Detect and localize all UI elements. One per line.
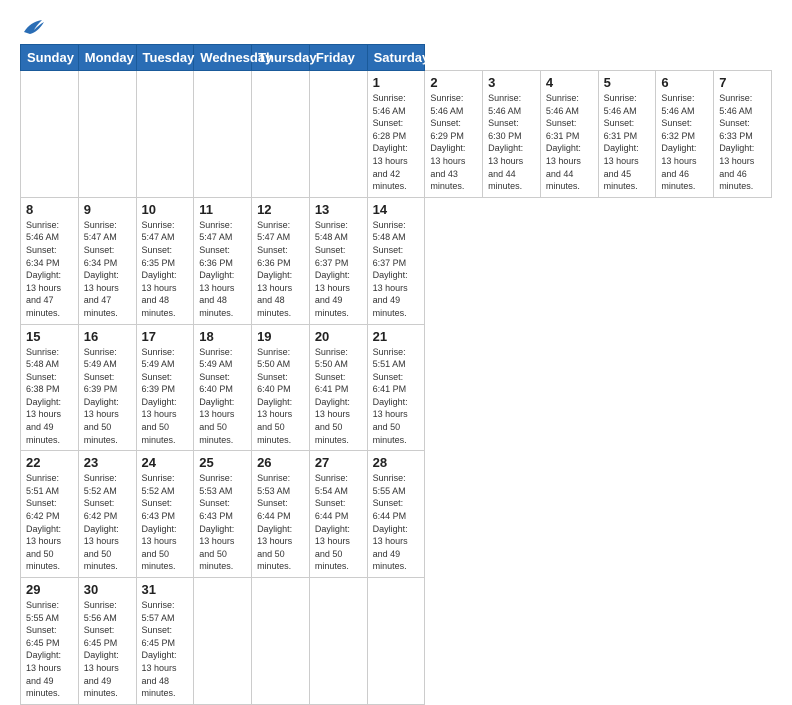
logo xyxy=(20,18,44,34)
calendar-day-10: 10Sunrise: 5:47 AMSunset: 6:35 PMDayligh… xyxy=(136,197,194,324)
calendar-day-14: 14Sunrise: 5:48 AMSunset: 6:37 PMDayligh… xyxy=(367,197,425,324)
calendar-day-27: 27Sunrise: 5:54 AMSunset: 6:44 PMDayligh… xyxy=(309,451,367,578)
calendar-day-5: 5Sunrise: 5:46 AMSunset: 6:31 PMDaylight… xyxy=(598,71,656,198)
header xyxy=(20,18,772,34)
calendar-day-15: 15Sunrise: 5:48 AMSunset: 6:38 PMDayligh… xyxy=(21,324,79,451)
calendar-day-1: 1Sunrise: 5:46 AMSunset: 6:28 PMDaylight… xyxy=(367,71,425,198)
calendar-day-19: 19Sunrise: 5:50 AMSunset: 6:40 PMDayligh… xyxy=(252,324,310,451)
calendar-day-6: 6Sunrise: 5:46 AMSunset: 6:32 PMDaylight… xyxy=(656,71,714,198)
calendar-header-wednesday: Wednesday xyxy=(194,45,252,71)
empty-cell xyxy=(252,578,310,705)
calendar-week-5: 29Sunrise: 5:55 AMSunset: 6:45 PMDayligh… xyxy=(21,578,772,705)
calendar-day-29: 29Sunrise: 5:55 AMSunset: 6:45 PMDayligh… xyxy=(21,578,79,705)
calendar-day-21: 21Sunrise: 5:51 AMSunset: 6:41 PMDayligh… xyxy=(367,324,425,451)
calendar-day-16: 16Sunrise: 5:49 AMSunset: 6:39 PMDayligh… xyxy=(78,324,136,451)
calendar-week-3: 15Sunrise: 5:48 AMSunset: 6:38 PMDayligh… xyxy=(21,324,772,451)
calendar-day-4: 4Sunrise: 5:46 AMSunset: 6:31 PMDaylight… xyxy=(540,71,598,198)
calendar-day-23: 23Sunrise: 5:52 AMSunset: 6:42 PMDayligh… xyxy=(78,451,136,578)
empty-cell xyxy=(367,578,425,705)
calendar-day-11: 11Sunrise: 5:47 AMSunset: 6:36 PMDayligh… xyxy=(194,197,252,324)
calendar-day-8: 8Sunrise: 5:46 AMSunset: 6:34 PMDaylight… xyxy=(21,197,79,324)
empty-cell xyxy=(194,578,252,705)
calendar-header-row: SundayMondayTuesdayWednesdayThursdayFrid… xyxy=(21,45,772,71)
calendar-day-2: 2Sunrise: 5:46 AMSunset: 6:29 PMDaylight… xyxy=(425,71,483,198)
calendar-day-12: 12Sunrise: 5:47 AMSunset: 6:36 PMDayligh… xyxy=(252,197,310,324)
calendar-header-monday: Monday xyxy=(78,45,136,71)
calendar-day-31: 31Sunrise: 5:57 AMSunset: 6:45 PMDayligh… xyxy=(136,578,194,705)
calendar-header-sunday: Sunday xyxy=(21,45,79,71)
calendar-day-7: 7Sunrise: 5:46 AMSunset: 6:33 PMDaylight… xyxy=(714,71,772,198)
calendar-day-28: 28Sunrise: 5:55 AMSunset: 6:44 PMDayligh… xyxy=(367,451,425,578)
calendar-week-1: 1Sunrise: 5:46 AMSunset: 6:28 PMDaylight… xyxy=(21,71,772,198)
calendar-header-saturday: Saturday xyxy=(367,45,425,71)
empty-cell xyxy=(194,71,252,198)
calendar-day-13: 13Sunrise: 5:48 AMSunset: 6:37 PMDayligh… xyxy=(309,197,367,324)
calendar-day-18: 18Sunrise: 5:49 AMSunset: 6:40 PMDayligh… xyxy=(194,324,252,451)
empty-cell xyxy=(136,71,194,198)
calendar-day-30: 30Sunrise: 5:56 AMSunset: 6:45 PMDayligh… xyxy=(78,578,136,705)
calendar-day-26: 26Sunrise: 5:53 AMSunset: 6:44 PMDayligh… xyxy=(252,451,310,578)
logo-text xyxy=(20,18,44,36)
calendar-day-9: 9Sunrise: 5:47 AMSunset: 6:34 PMDaylight… xyxy=(78,197,136,324)
calendar-day-20: 20Sunrise: 5:50 AMSunset: 6:41 PMDayligh… xyxy=(309,324,367,451)
empty-cell xyxy=(21,71,79,198)
calendar-day-22: 22Sunrise: 5:51 AMSunset: 6:42 PMDayligh… xyxy=(21,451,79,578)
calendar-week-2: 8Sunrise: 5:46 AMSunset: 6:34 PMDaylight… xyxy=(21,197,772,324)
calendar-day-3: 3Sunrise: 5:46 AMSunset: 6:30 PMDaylight… xyxy=(483,71,541,198)
calendar-day-24: 24Sunrise: 5:52 AMSunset: 6:43 PMDayligh… xyxy=(136,451,194,578)
logo-bird-icon xyxy=(22,18,44,36)
calendar-header-thursday: Thursday xyxy=(252,45,310,71)
calendar-week-4: 22Sunrise: 5:51 AMSunset: 6:42 PMDayligh… xyxy=(21,451,772,578)
calendar-table: SundayMondayTuesdayWednesdayThursdayFrid… xyxy=(20,44,772,705)
calendar-header-friday: Friday xyxy=(309,45,367,71)
empty-cell xyxy=(78,71,136,198)
empty-cell xyxy=(252,71,310,198)
calendar-day-25: 25Sunrise: 5:53 AMSunset: 6:43 PMDayligh… xyxy=(194,451,252,578)
page: SundayMondayTuesdayWednesdayThursdayFrid… xyxy=(0,0,792,612)
calendar-header-tuesday: Tuesday xyxy=(136,45,194,71)
calendar-day-17: 17Sunrise: 5:49 AMSunset: 6:39 PMDayligh… xyxy=(136,324,194,451)
empty-cell xyxy=(309,578,367,705)
empty-cell xyxy=(309,71,367,198)
